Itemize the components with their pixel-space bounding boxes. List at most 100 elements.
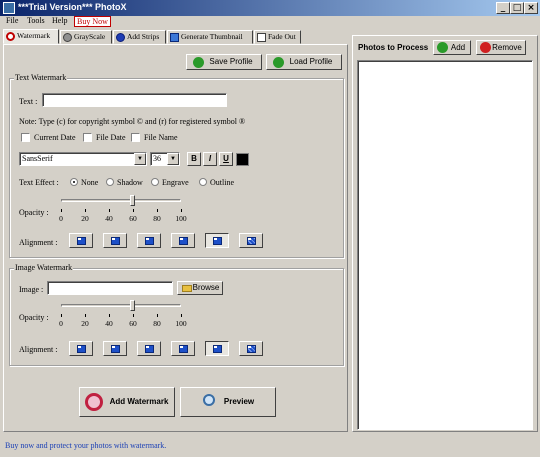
- remove-photo-button[interactable]: Remove: [476, 40, 526, 55]
- slider-tick: [109, 314, 110, 317]
- effect-outline-label: Outline: [210, 178, 234, 187]
- underline-button[interactable]: U: [219, 152, 233, 166]
- effect-none-radio[interactable]: [70, 178, 78, 186]
- magnifier-icon: [203, 394, 215, 406]
- save-profile-button[interactable]: Save Profile: [186, 54, 262, 70]
- watermark-text-input[interactable]: [42, 93, 227, 107]
- image-label: Image :: [19, 285, 44, 294]
- load-profile-button[interactable]: Load Profile: [266, 54, 342, 70]
- add-icon: [437, 42, 448, 53]
- slider-tick-label: 60: [129, 214, 137, 223]
- alignment-option-6[interactable]: [239, 341, 263, 356]
- slider-thumb[interactable]: [130, 300, 135, 311]
- title-bar: ***Trial Version*** PhotoX _ □ ×: [0, 0, 540, 16]
- slider-tick-label: 100: [175, 214, 187, 223]
- slider-tick: [157, 209, 158, 212]
- bold-button[interactable]: B: [187, 152, 201, 166]
- tab-fade-out[interactable]: Fade Out: [254, 30, 301, 44]
- file-date-label: File Date: [96, 133, 126, 142]
- slider-tick: [109, 209, 110, 212]
- watermark-panel: Save Profile Load Profile Text Watermark…: [3, 44, 348, 432]
- align-position-icon: [179, 345, 188, 353]
- menu-tools[interactable]: Tools: [27, 16, 45, 25]
- slider-thumb[interactable]: [130, 195, 135, 206]
- preview-button[interactable]: Preview: [180, 387, 276, 417]
- watermark-icon: [85, 393, 103, 411]
- alignment-option-1[interactable]: [69, 233, 93, 248]
- app-icon: [3, 2, 15, 14]
- photo-list[interactable]: [357, 60, 533, 430]
- folder-icon: [182, 285, 192, 292]
- effect-shadow-label: Shadow: [117, 178, 143, 187]
- opacity-label: Opacity :: [19, 208, 49, 217]
- minimize-button[interactable]: _: [496, 2, 510, 14]
- tab-generate-thumbnail[interactable]: Generate Thumbnail: [167, 30, 253, 44]
- alignment-option-2[interactable]: [103, 233, 127, 248]
- tab-watermark[interactable]: Watermark: [3, 29, 59, 44]
- slider-tick-label: 60: [129, 319, 137, 328]
- slider-tick-label: 20: [81, 214, 89, 223]
- alignment-option-3[interactable]: [137, 341, 161, 356]
- strips-icon: [116, 33, 125, 42]
- image-opacity-slider[interactable]: 0 20 40 60 80 100: [56, 298, 187, 336]
- add-watermark-button[interactable]: Add Watermark: [79, 387, 175, 417]
- effect-none-label: None: [81, 178, 99, 187]
- effect-outline-radio[interactable]: [199, 178, 207, 186]
- slider-tick-label: 80: [153, 319, 161, 328]
- alignment-option-4[interactable]: [171, 233, 195, 248]
- window-title: ***Trial Version*** PhotoX: [18, 2, 127, 12]
- align-position-icon: [247, 345, 256, 353]
- slider-tick-label: 40: [105, 214, 113, 223]
- close-button[interactable]: ×: [524, 2, 538, 14]
- alignment-option-5[interactable]: [205, 233, 229, 248]
- add-watermark-label: Add Watermark: [109, 397, 169, 406]
- alignment-option-5[interactable]: [205, 341, 229, 356]
- menu-buy-now[interactable]: Buy Now: [74, 16, 111, 27]
- italic-button[interactable]: I: [203, 152, 217, 166]
- add-photo-button[interactable]: Add: [433, 40, 471, 55]
- slider-track[interactable]: [61, 304, 181, 307]
- photos-to-process-title: Photos to Process: [358, 43, 429, 52]
- align-position-icon: [77, 345, 86, 353]
- tab-add-strips[interactable]: Add Strips: [113, 30, 166, 44]
- slider-tick: [181, 314, 182, 317]
- effect-engrave-radio[interactable]: [151, 178, 159, 186]
- alignment-option-2[interactable]: [103, 341, 127, 356]
- slider-track[interactable]: [61, 199, 181, 202]
- align-position-icon: [247, 237, 256, 245]
- maximize-button[interactable]: □: [510, 2, 524, 14]
- alignment-option-1[interactable]: [69, 341, 93, 356]
- align-position-icon: [213, 345, 222, 353]
- tab-grayscale[interactable]: GrayScale: [60, 30, 112, 44]
- chevron-down-icon[interactable]: ▼: [167, 153, 179, 165]
- image-opacity-label: Opacity :: [19, 313, 49, 322]
- browse-button[interactable]: Browse: [177, 281, 223, 295]
- effect-shadow-radio[interactable]: [106, 178, 114, 186]
- menu-file[interactable]: File: [6, 16, 18, 25]
- menu-help[interactable]: Help: [52, 16, 68, 25]
- grayscale-icon: [63, 33, 72, 42]
- tab-label: Add Strips: [127, 32, 160, 41]
- tab-label: Generate Thumbnail: [181, 32, 243, 41]
- font-size-value: 36: [153, 154, 161, 163]
- align-position-icon: [111, 345, 120, 353]
- alignment-option-4[interactable]: [171, 341, 195, 356]
- image-path-input[interactable]: [47, 281, 173, 295]
- file-date-checkbox[interactable]: [83, 133, 92, 142]
- text-opacity-slider[interactable]: 0 20 40 60 80 100: [56, 193, 187, 231]
- align-position-icon: [145, 237, 154, 245]
- slider-tick: [85, 314, 86, 317]
- menu-bar: File Tools Help Buy Now: [0, 16, 540, 28]
- slider-tick-label: 40: [105, 319, 113, 328]
- alignment-option-6[interactable]: [239, 233, 263, 248]
- tab-label: GrayScale: [74, 32, 106, 41]
- slider-tick: [61, 314, 62, 317]
- text-color-swatch[interactable]: [236, 153, 249, 166]
- file-name-checkbox[interactable]: [131, 133, 140, 142]
- current-date-checkbox[interactable]: [21, 133, 30, 142]
- symbol-note: Note: Type (c) for copyright symbol © an…: [19, 117, 246, 126]
- alignment-option-3[interactable]: [137, 233, 161, 248]
- font-select[interactable]: SansSerif ▼: [19, 152, 147, 166]
- font-size-select[interactable]: 36 ▼: [150, 152, 180, 166]
- chevron-down-icon[interactable]: ▼: [134, 153, 146, 165]
